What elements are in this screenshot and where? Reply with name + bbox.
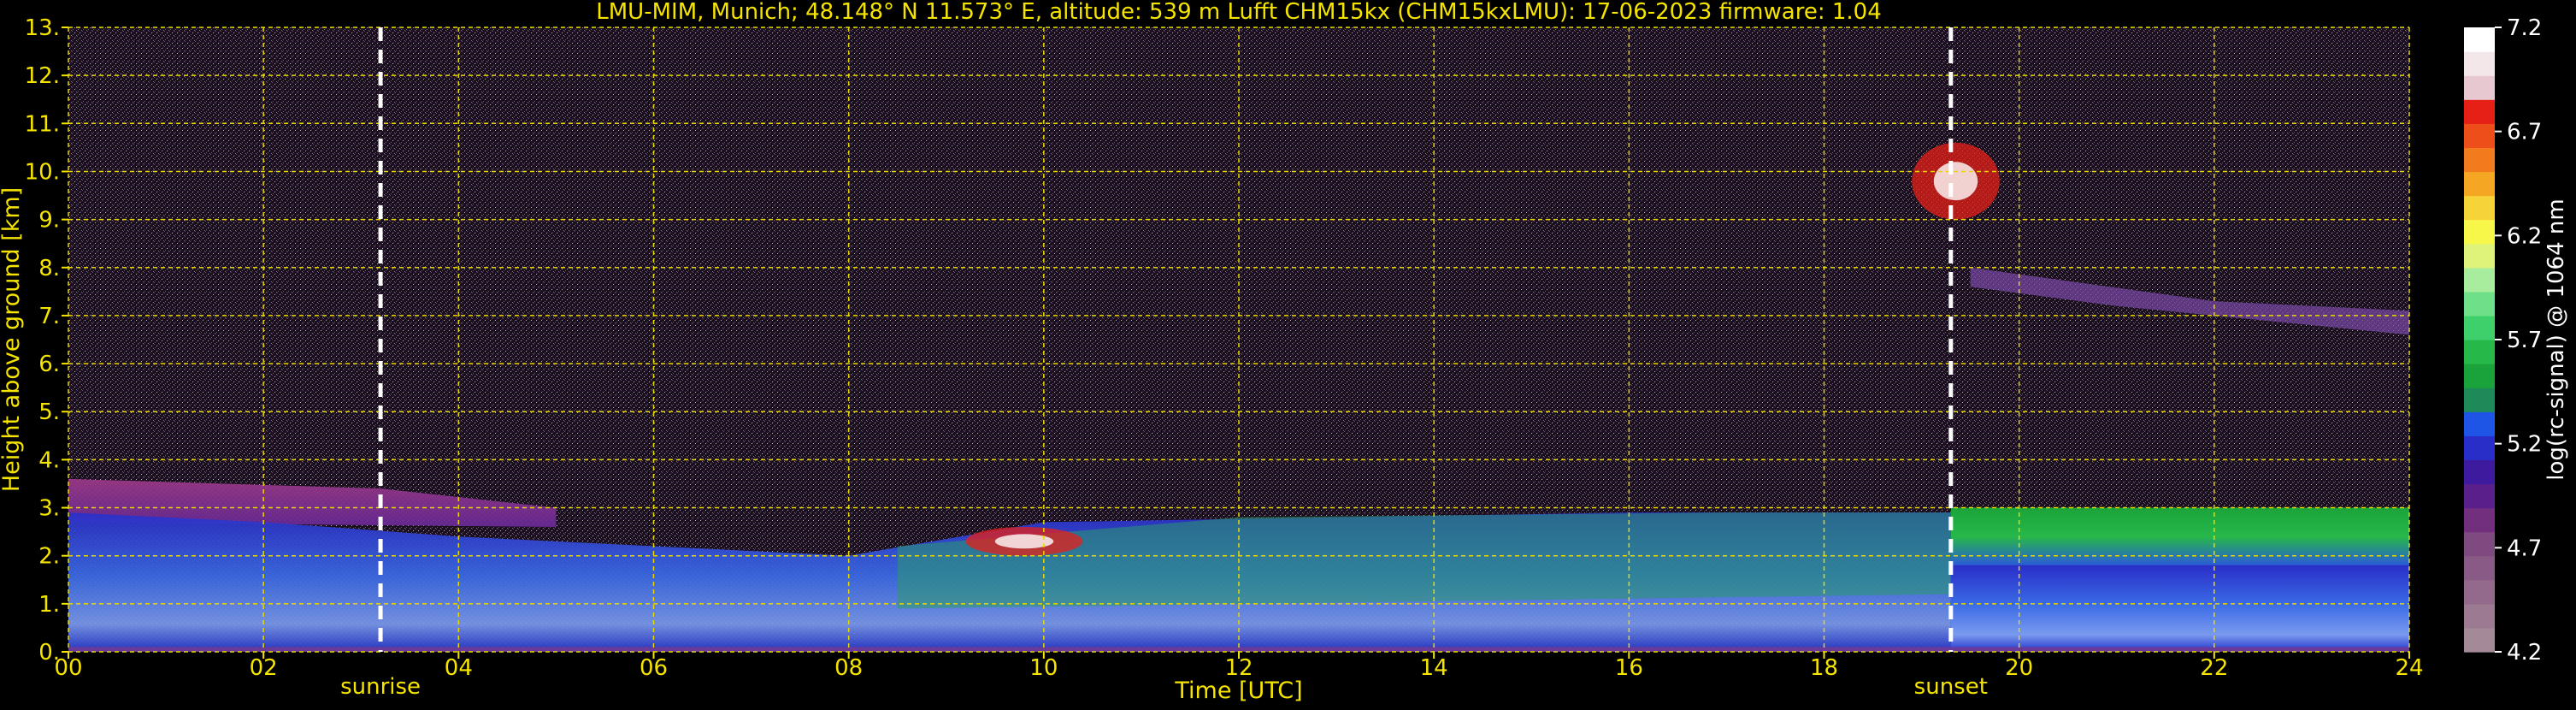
colorbar-swatch bbox=[2464, 555, 2495, 581]
colorbar-swatch bbox=[2464, 435, 2495, 460]
sunset-label: sunset bbox=[1914, 674, 1988, 700]
colorbar-swatch bbox=[2464, 579, 2495, 605]
chart-title: LMU-MIM, Munich; 48.148° N 11.573° E, al… bbox=[596, 0, 1881, 25]
colorbar bbox=[2464, 27, 2495, 653]
cloud-core-1 bbox=[1933, 162, 1978, 201]
colorbar-swatch bbox=[2464, 75, 2495, 100]
y-tick-label: 7. bbox=[38, 304, 60, 329]
colorbar-swatch bbox=[2464, 243, 2495, 269]
colorbar-tick-label: 4.7 bbox=[2507, 535, 2542, 561]
y-tick-label: 11. bbox=[25, 111, 60, 137]
colorbar-swatch bbox=[2464, 195, 2495, 221]
x-tick-label: 18 bbox=[1810, 655, 1838, 681]
y-tick-label: 10. bbox=[25, 159, 60, 185]
colorbar-swatch bbox=[2464, 99, 2495, 124]
colorbar-swatch bbox=[2464, 171, 2495, 197]
x-tick-label: 22 bbox=[2200, 655, 2228, 681]
y-tick-label: 8. bbox=[38, 256, 60, 281]
colorbar-label: log(rc-signal) @ 1064 nm bbox=[2544, 198, 2569, 480]
colorbar-swatch bbox=[2464, 123, 2495, 148]
y-tick-label: 4. bbox=[38, 447, 60, 473]
x-tick-label: 02 bbox=[250, 655, 278, 681]
colorbar-swatch bbox=[2464, 340, 2495, 364]
colorbar-swatch bbox=[2464, 388, 2495, 412]
colorbar-swatch bbox=[2464, 627, 2495, 653]
colorbar-swatch bbox=[2464, 531, 2495, 557]
colorbar-swatch bbox=[2464, 459, 2495, 485]
x-tick-label: 14 bbox=[1420, 655, 1448, 681]
colorbar-tick-label: 4.2 bbox=[2507, 640, 2542, 666]
colorbar-swatch bbox=[2464, 27, 2495, 52]
y-tick-label: 12. bbox=[25, 63, 60, 89]
cloud-core-0 bbox=[994, 534, 1054, 549]
colorbar-swatch bbox=[2464, 147, 2495, 173]
colorbar-swatch bbox=[2464, 507, 2495, 533]
colorbar-tick-label: 6.7 bbox=[2507, 120, 2542, 145]
y-tick-label: 2. bbox=[38, 544, 60, 570]
plot-area bbox=[68, 27, 2410, 653]
colorbar-swatch bbox=[2464, 267, 2495, 293]
colorbar-tick-label: 5.2 bbox=[2507, 432, 2542, 458]
colorbar-tick-label: 7.2 bbox=[2507, 15, 2542, 41]
x-tick-label: 16 bbox=[1615, 655, 1643, 681]
colorbar-swatch bbox=[2464, 219, 2495, 245]
y-tick-label: 13. bbox=[25, 15, 60, 41]
colorbar-swatch bbox=[2464, 483, 2495, 509]
colorbar-tick-label: 6.2 bbox=[2507, 223, 2542, 249]
colorbar-swatch bbox=[2464, 291, 2495, 317]
x-tick-label: 06 bbox=[640, 655, 668, 681]
colorbar-ticks: 4.2 4.7 5.2 5.7 6.2 6.7 7.2 bbox=[2495, 15, 2542, 666]
y-tick-label: 6. bbox=[38, 352, 60, 377]
x-tick-label: 08 bbox=[834, 655, 863, 681]
colorbar-swatch bbox=[2464, 51, 2495, 76]
x-tick-label: 04 bbox=[445, 655, 473, 681]
x-tick-label: 20 bbox=[2005, 655, 2033, 681]
y-tick-label: 5. bbox=[38, 399, 60, 425]
colorbar-swatch bbox=[2464, 315, 2495, 340]
y-axis-ticks: 0. 1. 2. 3. 4. 5. 6. 7. 8. 9. 10. 11. 12. 13. bbox=[25, 15, 68, 666]
x-tick-label: 10 bbox=[1029, 655, 1058, 681]
colorbar-swatch bbox=[2464, 411, 2495, 436]
y-tick-label: 0. bbox=[38, 640, 60, 666]
colorbar-swatch bbox=[2464, 603, 2495, 629]
colorbar-swatch bbox=[2464, 364, 2495, 388]
y-axis-label: Height above ground [km] bbox=[0, 187, 25, 492]
ceilometer-chart: 00 02 04 06 08 10 12 14 16 18 20 22 24 0.1.2.3.4.5.6… bbox=[0, 0, 2569, 704]
y-tick-label: 3. bbox=[38, 496, 60, 522]
y-tick-label: 9. bbox=[38, 208, 60, 234]
colorbar-tick-label: 5.7 bbox=[2507, 328, 2542, 353]
sunrise-label: sunrise bbox=[340, 674, 421, 700]
y-tick-label: 1. bbox=[38, 592, 60, 618]
x-axis-label: Time [UTC] bbox=[1174, 677, 1302, 704]
x-tick-label: 24 bbox=[2395, 655, 2423, 681]
